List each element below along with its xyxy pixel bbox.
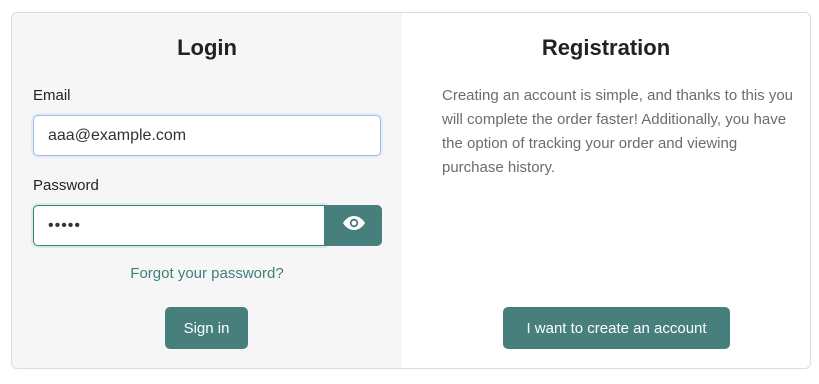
email-value: aaa@example.com [48,126,187,144]
auth-card: Login Email aaa@example.com Password •••… [11,12,811,369]
sign-in-button[interactable]: Sign in [165,307,248,349]
show-password-button[interactable] [325,205,382,246]
login-panel: Login Email aaa@example.com Password •••… [12,13,402,368]
create-account-button[interactable]: I want to create an account [503,307,730,349]
password-value: ••••• [48,216,82,234]
registration-title: Registration [541,35,671,60]
login-title: Login [177,35,237,60]
email-field[interactable]: aaa@example.com [33,115,381,156]
registration-description: Creating an account is simple, and thank… [442,87,794,176]
password-field[interactable]: ••••• [33,205,325,246]
forgot-password-link[interactable]: Forgot your password? [12,265,402,282]
password-label: Password [33,177,99,194]
password-group: ••••• [33,205,382,246]
email-label: Email [33,87,71,104]
eye-icon [342,216,365,235]
registration-panel: Registration Creating an account is simp… [402,13,810,368]
